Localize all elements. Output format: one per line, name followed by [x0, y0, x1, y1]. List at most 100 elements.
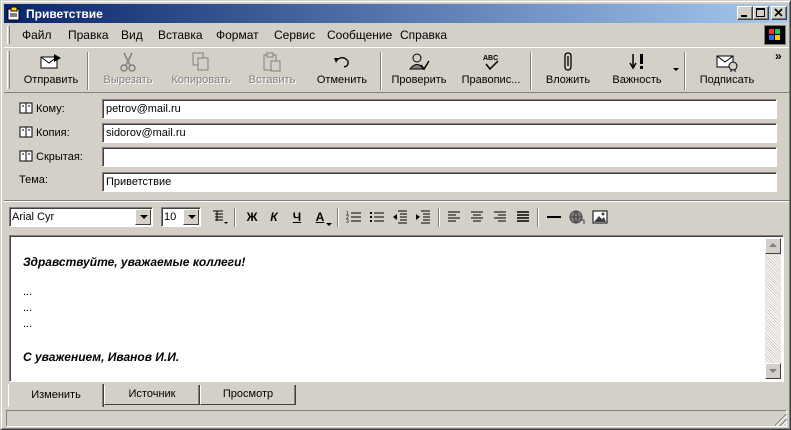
- cut-button[interactable]: Вырезать: [94, 50, 162, 90]
- message-body-editor[interactable]: Здравствуйте, уважаемые коллеги! ... ...…: [9, 235, 784, 382]
- minimize-icon: [741, 15, 747, 17]
- increase-indent-icon: [416, 210, 430, 224]
- to-field[interactable]: petrov@mail.ru: [102, 99, 777, 119]
- cc-button[interactable]: Копия:: [19, 126, 70, 139]
- to-label: Кому:: [36, 103, 65, 115]
- tab-source[interactable]: Источник: [104, 385, 200, 405]
- bullet-list-button[interactable]: [368, 209, 386, 225]
- format-separator: [438, 208, 440, 227]
- align-left-icon: [448, 211, 460, 222]
- tab-edit[interactable]: Изменить: [8, 384, 104, 407]
- menu-format[interactable]: Формат: [216, 28, 259, 42]
- horizontal-line-button[interactable]: [545, 209, 563, 225]
- font-select[interactable]: Arial Cyr: [9, 207, 153, 227]
- spelling-label: Правопис...: [461, 74, 521, 86]
- undo-button[interactable]: Отменить: [308, 50, 376, 90]
- vertical-scrollbar[interactable]: [765, 238, 781, 379]
- toolbar-grip[interactable]: [7, 51, 10, 89]
- priority-button[interactable]: Важность: [603, 50, 671, 90]
- menu-message[interactable]: Сообщение: [327, 28, 392, 42]
- bcc-label: Скрытая:: [36, 151, 83, 163]
- close-button[interactable]: [771, 6, 787, 20]
- numbered-list-button[interactable]: 123: [345, 209, 363, 225]
- sign-label: Подписать: [699, 74, 755, 86]
- undo-label: Отменить: [316, 74, 368, 86]
- copy-label: Копировать: [171, 74, 231, 86]
- minimize-button[interactable]: [737, 6, 753, 20]
- cc-label: Копия:: [36, 127, 70, 139]
- priority-icon: [629, 54, 643, 70]
- send-button[interactable]: Отправить: [18, 50, 84, 90]
- priority-label: Важность: [612, 74, 662, 86]
- paragraph-style-button[interactable]: [211, 209, 229, 225]
- insert-link-button[interactable]: [568, 209, 586, 225]
- sign-icon: [716, 55, 738, 72]
- chevron-down-icon[interactable]: [183, 209, 199, 225]
- sign-button[interactable]: Подписать: [692, 50, 762, 90]
- justify-icon: [517, 211, 529, 222]
- menu-edit[interactable]: Правка: [68, 28, 109, 42]
- copy-icon: [192, 52, 209, 71]
- menu-file[interactable]: Файл: [22, 28, 52, 42]
- increase-indent-button[interactable]: [414, 209, 432, 225]
- scroll-down-button[interactable]: [765, 363, 781, 379]
- paperclip-icon: [564, 52, 572, 71]
- title-bar[interactable]: Приветствие: [4, 4, 789, 23]
- check-names-button[interactable]: Проверить: [386, 50, 452, 90]
- menu-tools[interactable]: Сервис: [274, 28, 315, 42]
- insert-picture-button[interactable]: [591, 209, 609, 225]
- bcc-field[interactable]: [102, 147, 777, 167]
- toolbar-overflow-chevron[interactable]: »: [775, 49, 782, 63]
- tab-preview[interactable]: Просмотр: [200, 385, 296, 405]
- body-ellipsis-line: ...: [23, 318, 33, 330]
- toolbar: Отправить Вырезать Копировать Вставить О…: [4, 47, 789, 93]
- paragraph-style-icon: [213, 210, 228, 224]
- window-title: Приветствие: [26, 7, 103, 21]
- spelling-button[interactable]: ABC Правопис...: [455, 50, 527, 90]
- horizontal-line-icon: [547, 216, 561, 218]
- compose-window: Приветствие Файл Правка Вид Вставка Форм…: [0, 0, 791, 430]
- font-color-dropdown-arrow[interactable]: [326, 223, 332, 226]
- address-book-icon: [19, 102, 33, 114]
- align-right-icon: [494, 211, 506, 222]
- menu-help[interactable]: Справка: [400, 28, 447, 42]
- numbered-list-icon: 123: [346, 211, 361, 225]
- address-book-icon: [19, 126, 33, 138]
- status-pane: [6, 410, 787, 427]
- send-label: Отправить: [23, 74, 79, 86]
- underline-button[interactable]: Ч: [288, 209, 306, 225]
- subject-field[interactable]: Приветствие: [102, 172, 777, 192]
- priority-dropdown-arrow[interactable]: [673, 68, 679, 71]
- menu-insert[interactable]: Вставка: [158, 28, 203, 42]
- scroll-up-button[interactable]: [765, 238, 781, 254]
- cut-label: Вырезать: [103, 74, 153, 86]
- scissors-icon: [120, 52, 136, 72]
- align-right-button[interactable]: [491, 209, 509, 225]
- subject-label: Тема:: [19, 174, 48, 186]
- bold-button[interactable]: Ж: [243, 209, 261, 225]
- paste-button[interactable]: Вставить: [239, 50, 305, 90]
- chevron-down-icon[interactable]: [135, 209, 151, 225]
- resize-grip-icon[interactable]: [775, 414, 787, 426]
- bullet-list-icon: [370, 212, 384, 222]
- maximize-button[interactable]: [753, 6, 769, 20]
- windows-logo-icon: [764, 25, 786, 45]
- font-size-select[interactable]: 10: [161, 207, 201, 227]
- bcc-button[interactable]: Скрытая:: [19, 150, 83, 163]
- cc-field[interactable]: sidorov@mail.ru: [102, 123, 777, 143]
- decrease-indent-button[interactable]: [391, 209, 409, 225]
- italic-button[interactable]: К: [265, 209, 283, 225]
- justify-button[interactable]: [514, 209, 532, 225]
- attach-button[interactable]: Вложить: [537, 50, 599, 90]
- decrease-indent-icon: [393, 210, 407, 224]
- align-left-button[interactable]: [445, 209, 463, 225]
- check-names-label: Проверить: [391, 74, 447, 86]
- globe-link-icon: [569, 210, 585, 224]
- to-button[interactable]: Кому:: [19, 102, 65, 115]
- toolbar-separator: [87, 52, 89, 90]
- menu-view[interactable]: Вид: [121, 28, 143, 42]
- align-center-button[interactable]: [468, 209, 486, 225]
- menubar-grip[interactable]: [7, 26, 10, 44]
- formatting-toolbar: Arial Cyr 10 Ж К Ч А 123: [4, 200, 789, 230]
- copy-button[interactable]: Копировать: [165, 50, 237, 90]
